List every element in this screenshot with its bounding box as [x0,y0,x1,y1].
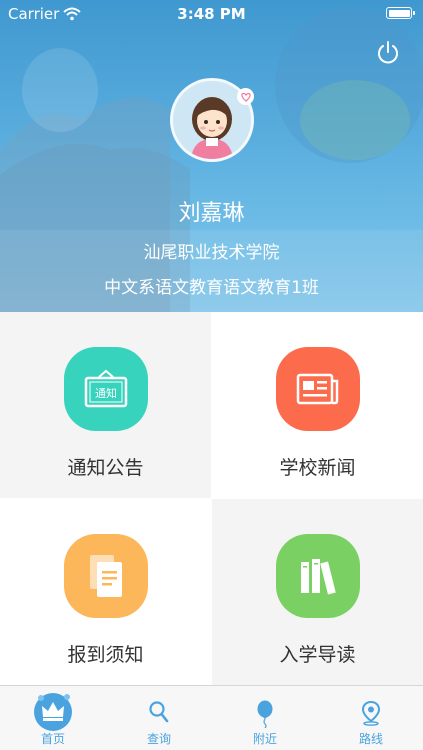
newspaper-icon [275,347,360,431]
menu-grid: 通知 通知公告 学校新闻 报到须知 入学导读 [0,312,423,685]
books-icon [275,534,360,618]
heart-icon [240,92,251,102]
menu-label-guide: 报到须知 [67,644,144,666]
location-pin-icon [361,700,381,726]
power-icon[interactable] [375,40,401,66]
tab-label-route: 路线 [358,732,383,746]
menu-item-notice[interactable]: 通知 通知公告 [0,312,211,498]
home-crown-icon [34,693,72,731]
tab-label-search: 查询 [146,732,171,746]
menu-item-news[interactable]: 学校新闻 [212,312,423,498]
notice-board-icon: 通知 [63,347,148,431]
status-bar: Carrier 3:48 PM [0,0,423,28]
balloon-icon [257,700,273,728]
user-name: 刘嘉琳 [178,201,245,226]
tab-home[interactable]: 首页 [0,686,106,750]
school-name: 汕尾职业技术学院 [143,243,280,263]
menu-label-reading: 入学导读 [279,644,356,666]
battery-icon [386,7,415,19]
profile-header: Carrier 3:48 PM 刘嘉琳 汕尾职业技术学院 中文系语文教育语文教育… [0,0,423,312]
menu-item-guide[interactable]: 报到须知 [0,499,211,685]
tab-bar: 首页 查询 附近 路线 [0,685,423,750]
tab-label-home: 首页 [40,732,65,746]
menu-label-notice: 通知公告 [67,457,144,479]
menu-item-reading[interactable]: 入学导读 [212,499,423,685]
heart-badge [237,88,254,105]
notice-icon-text: 通知 [95,386,117,400]
document-icon [63,534,148,618]
tab-route[interactable]: 路线 [318,686,423,750]
search-icon [149,701,169,723]
status-time: 3:48 PM [177,5,246,23]
tab-label-nearby: 附近 [252,732,277,746]
menu-label-news: 学校新闻 [279,457,356,479]
tab-search[interactable]: 查询 [106,686,212,750]
class-name: 中文系语文教育语文教育1班 [104,278,319,298]
tab-nearby[interactable]: 附近 [212,686,318,750]
